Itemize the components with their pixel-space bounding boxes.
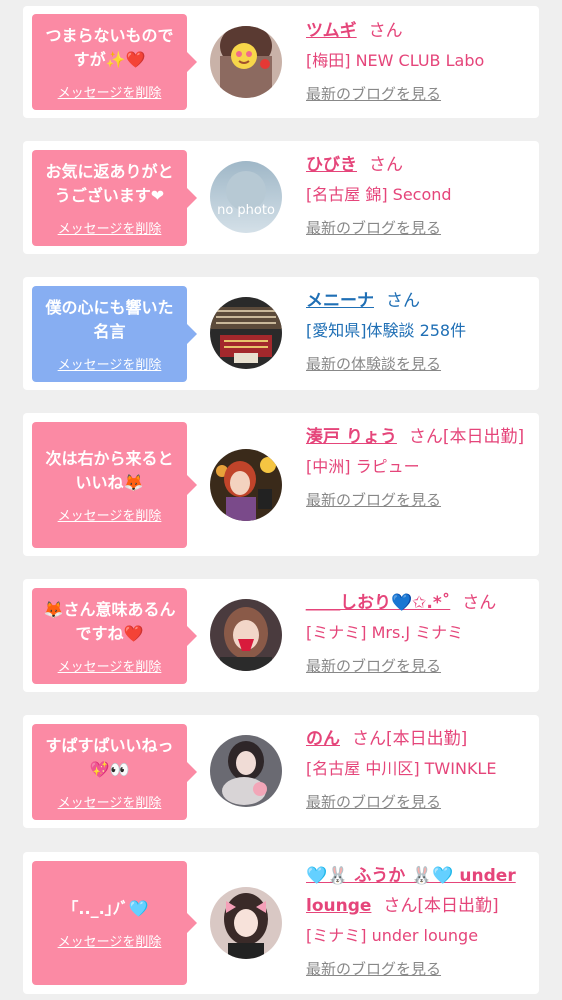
profile-info: 湊戸 りょう さん[本日出勤] [中洲] ラピュー 最新のブログを見る — [306, 422, 534, 514]
avatar[interactable] — [210, 887, 282, 959]
avatar[interactable] — [210, 26, 282, 98]
latest-blog-link[interactable]: 最新のブログを見る — [306, 652, 534, 680]
message-bubble: ｢.._.｣ﾉﾞ🩵 メッセージを削除 — [32, 861, 197, 985]
profile-name-link[interactable]: ＿＿しおり💙✩.*˚ — [306, 593, 450, 613]
profile-info: ＿＿しおり💙✩.*˚ さん [ミナミ] Mrs.J ミナミ 最新のブログを見る — [306, 588, 534, 680]
shop-name: [ミナミ] under lounge — [306, 926, 479, 945]
message-bubble: すぱすぱいいねっ💖👀 メッセージを削除 — [32, 724, 197, 820]
delete-message-link[interactable]: メッセージを削除 — [58, 218, 162, 237]
honorific: さん — [462, 593, 497, 613]
honorific: さん — [383, 896, 418, 916]
message-bubble: お気に返ありがとうございます❤ メッセージを削除 — [32, 150, 197, 246]
honorific: さん — [369, 155, 403, 175]
shop-name: [名古屋 中川区] TWINKLE — [306, 759, 497, 778]
honorific: さん — [408, 427, 443, 447]
avatar[interactable] — [210, 735, 282, 807]
latest-blog-link[interactable]: 最新のブログを見る — [306, 788, 534, 816]
delete-message-link[interactable]: メッセージを削除 — [58, 505, 162, 524]
message-card: お気に返ありがとうございます❤ メッセージを削除 no photo ひびき さん … — [23, 141, 539, 254]
avatar[interactable] — [210, 449, 282, 521]
message-card: 僕の心にも響いた名言 メッセージを削除 メニーナ さん [愛知県]体験談 258件… — [23, 277, 539, 390]
message-text: つまらないものですが✨❤️ — [45, 25, 174, 69]
profile-name-link[interactable]: のん — [306, 729, 340, 749]
message-bubble: 僕の心にも響いた名言 メッセージを削除 — [32, 286, 197, 382]
honorific: さん — [368, 21, 403, 41]
message-text: お気に返ありがとうございます❤ — [45, 161, 174, 205]
delete-message-link[interactable]: メッセージを削除 — [58, 656, 162, 675]
profile-info: 🩵🐰 ふうか 🐰🩵 under lounge さん[本日出勤] [ミナミ] und… — [306, 861, 534, 983]
message-bubble: 🦊さん意味あるんですね❤️ メッセージを削除 — [32, 588, 197, 684]
delete-message-link[interactable]: メッセージを削除 — [58, 931, 162, 950]
honorific: さん — [352, 729, 386, 749]
avatar[interactable] — [210, 599, 282, 671]
message-card: すぱすぱいいねっ💖👀 メッセージを削除 のん さん[本日出勤] [名古屋 中川区]… — [23, 715, 539, 828]
profile-info: のん さん[本日出勤] [名古屋 中川区] TWINKLE 最新のブログを見る — [306, 724, 534, 816]
latest-blog-link[interactable]: 最新のブログを見る — [306, 214, 534, 242]
no-photo-label: no photo — [217, 203, 275, 218]
delete-message-link[interactable]: メッセージを削除 — [58, 354, 162, 373]
on-duty-status: [本日出勤] — [417, 896, 499, 916]
profile-info: メニーナ さん [愛知県]体験談 258件 最新の体験談を見る — [306, 286, 534, 378]
on-duty-status: [本日出勤] — [386, 729, 468, 749]
profile-name-link[interactable]: メニーナ — [306, 291, 374, 311]
latest-blog-link[interactable]: 最新のブログを見る — [306, 486, 534, 514]
message-card: 🦊さん意味あるんですね❤️ メッセージを削除 ＿＿しおり💙✩.*˚ さん [ミナミ… — [23, 579, 539, 692]
shop-name: [ミナミ] Mrs.J ミナミ — [306, 623, 464, 642]
profile-name-link[interactable]: ツムギ — [306, 21, 357, 41]
message-bubble: 次は右から来るといいね🦊 メッセージを削除 — [32, 422, 197, 548]
message-card: つまらないものですが✨❤️ メッセージを削除 ツムギ さん [梅田] NEW CL… — [23, 6, 539, 118]
profile-name-link[interactable]: ひびき — [306, 155, 357, 175]
message-text: 🦊さん意味あるんですね❤️ — [43, 599, 176, 643]
profile-info: ツムギ さん [梅田] NEW CLUB Labo 最新のブログを見る — [306, 16, 534, 108]
shop-name: [中洲] ラピュー — [306, 457, 420, 476]
delete-message-link[interactable]: メッセージを削除 — [58, 792, 162, 811]
latest-blog-link[interactable]: 最新のブログを見る — [306, 80, 534, 108]
profile-info: ひびき さん [名古屋 錦] Second 最新のブログを見る — [306, 150, 534, 242]
delete-message-link[interactable]: メッセージを削除 — [58, 82, 162, 101]
message-text: 次は右から来るといいね🦊 — [45, 448, 174, 492]
message-card: ｢.._.｣ﾉﾞ🩵 メッセージを削除 🩵🐰 ふうか 🐰🩵 under loung… — [23, 852, 539, 994]
shop-name: [名古屋 錦] Second — [306, 185, 452, 204]
review-count: [愛知県]体験談 258件 — [306, 321, 467, 340]
message-text: ｢.._.｣ﾉﾞ🩵 — [70, 898, 149, 918]
shop-name: [梅田] NEW CLUB Labo — [306, 51, 485, 70]
latest-review-link[interactable]: 最新の体験談を見る — [306, 350, 534, 378]
message-bubble: つまらないものですが✨❤️ メッセージを削除 — [32, 14, 197, 110]
honorific: さん — [386, 291, 420, 311]
avatar[interactable] — [210, 297, 282, 369]
avatar[interactable]: no photo — [210, 161, 282, 233]
profile-name-link[interactable]: 湊戸 りょう — [306, 427, 397, 447]
on-duty-status: [本日出勤] — [442, 427, 525, 447]
message-text: すぱすぱいいねっ💖👀 — [45, 735, 174, 779]
message-card: 次は右から来るといいね🦊 メッセージを削除 湊戸 りょう さん[本日出勤] [中洲… — [23, 413, 539, 556]
message-text: 僕の心にも響いた名言 — [45, 297, 174, 341]
latest-blog-link[interactable]: 最新のブログを見る — [306, 955, 534, 983]
